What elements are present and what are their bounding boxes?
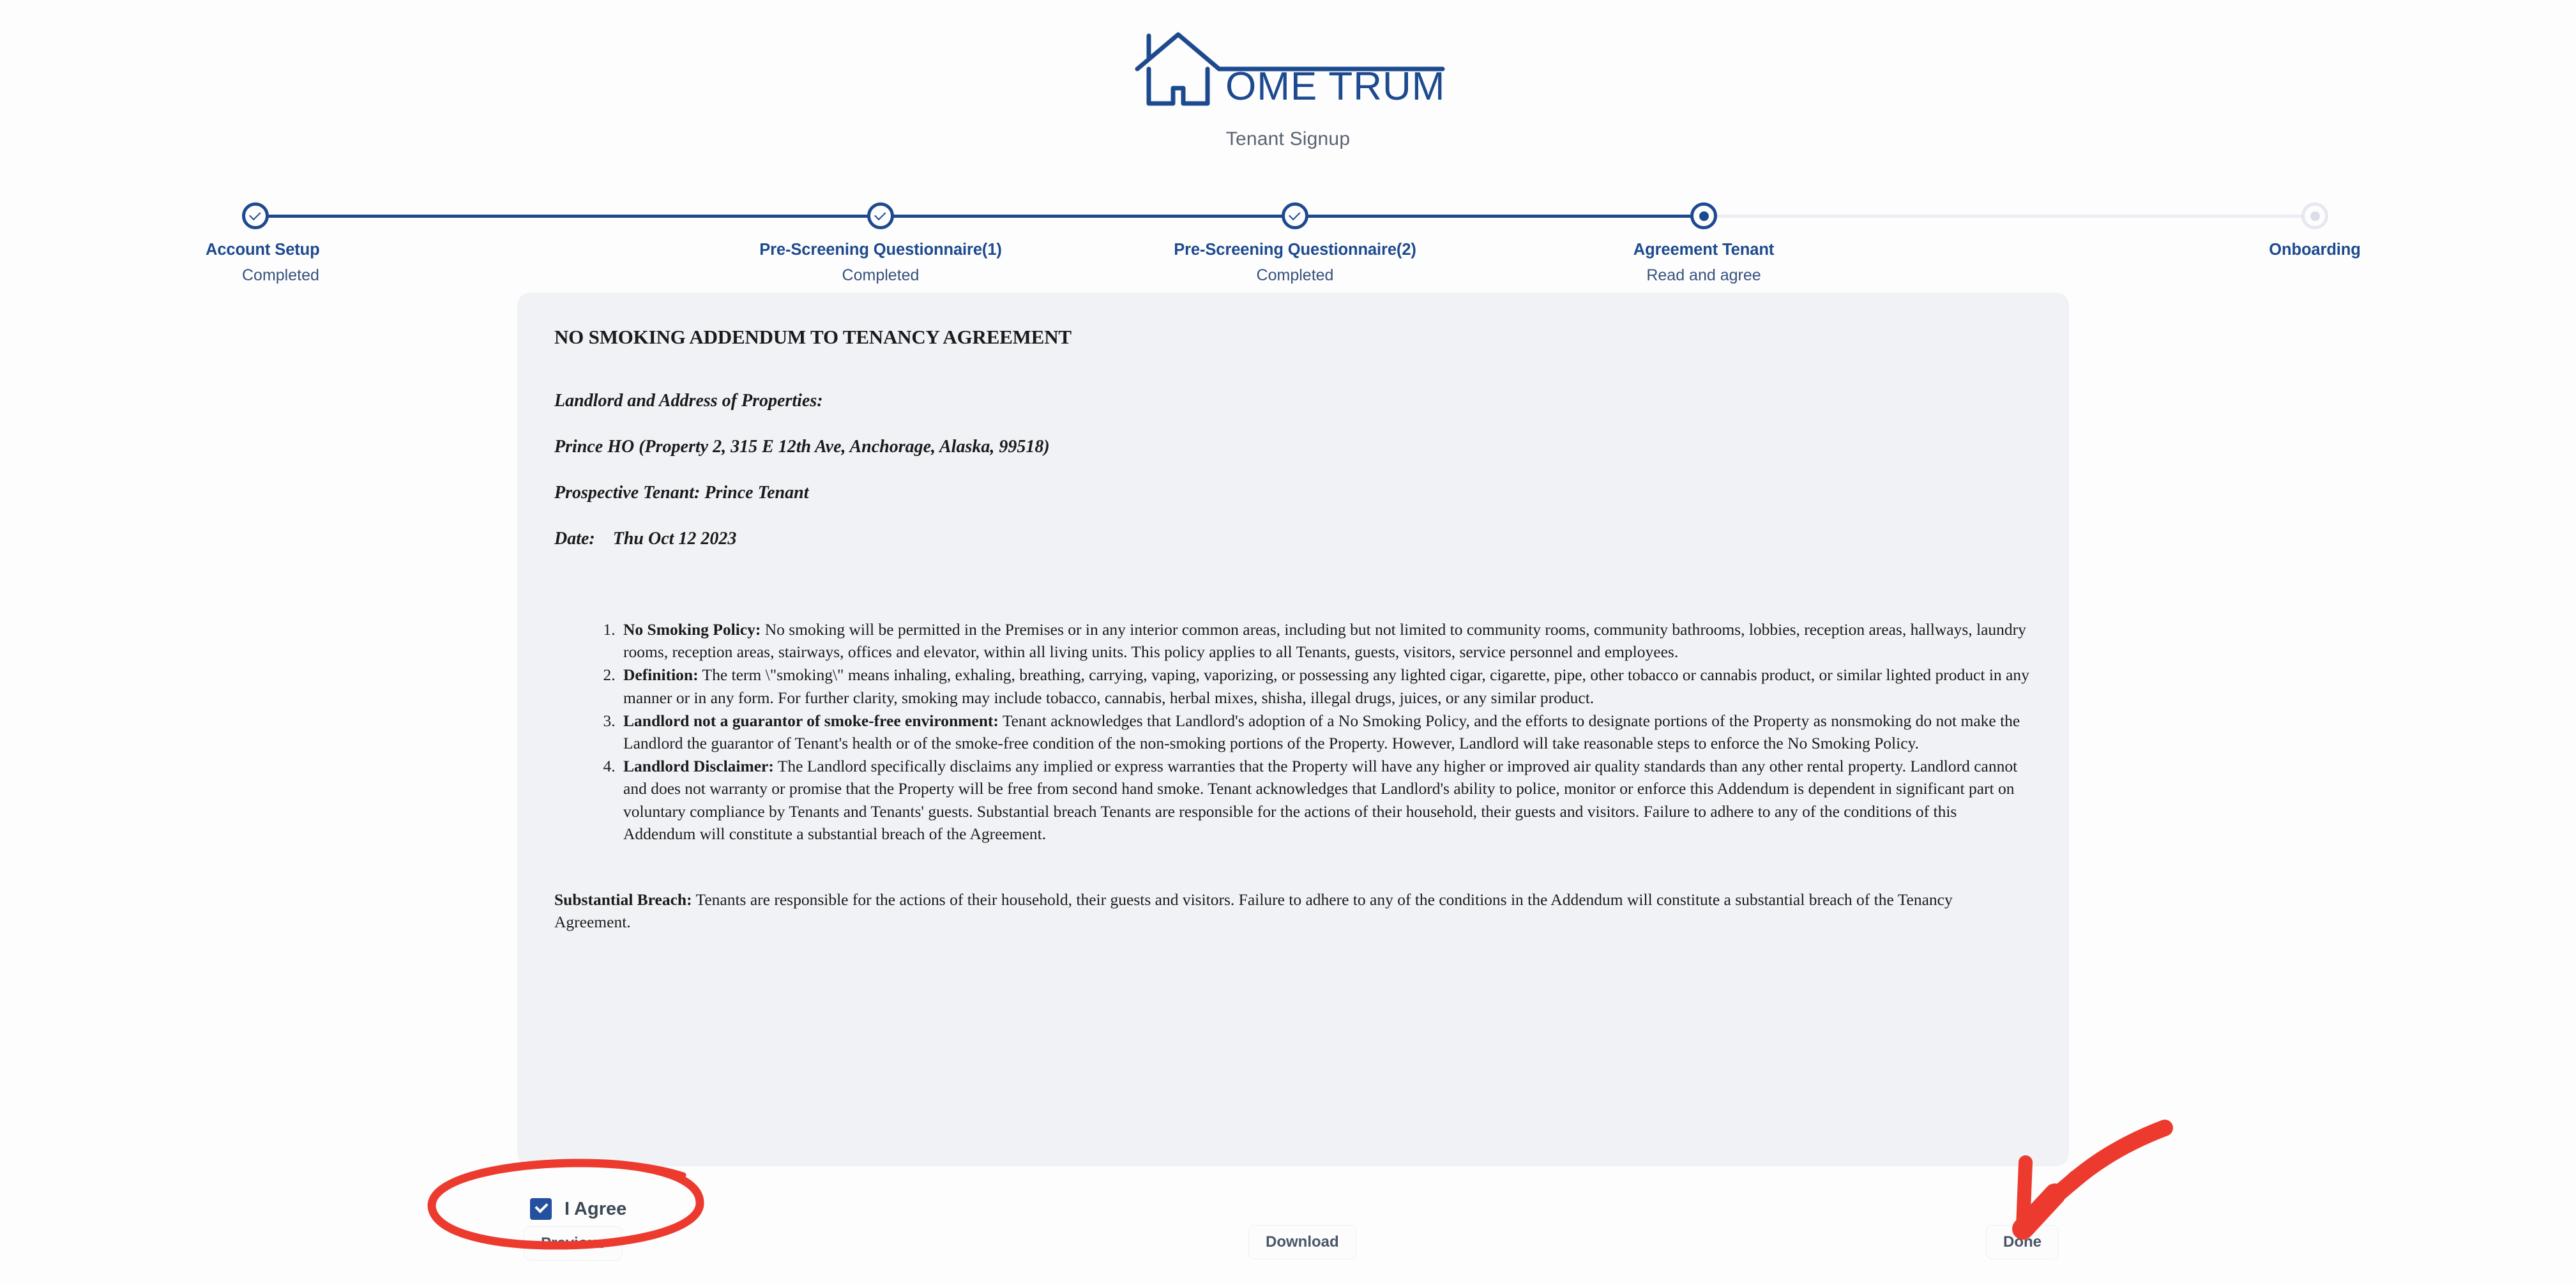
step-label: Account Setup	[206, 241, 320, 259]
clause-item: Landlord Disclaimer: The Landlord specif…	[619, 755, 2032, 845]
agreement-document-panel[interactable]: NO SMOKING ADDENDUM TO TENANCY AGREEMENT…	[517, 293, 2069, 1166]
clause-heading: No Smoking Policy:	[623, 620, 761, 639]
clause-heading: Definition:	[623, 665, 699, 685]
landlord-heading: Landlord and Address of Properties:	[554, 391, 823, 411]
home-trumpeter-logo: OME TRUMPETER	[1135, 32, 1448, 109]
clause-heading: Landlord Disclaimer:	[623, 757, 774, 776]
step-label: Pre-Screening Questionnaire(2)	[1174, 241, 1416, 259]
closing-body: Tenants are responsible for the actions …	[554, 890, 1953, 932]
download-button[interactable]: Download	[1248, 1225, 1356, 1260]
page-subtitle: Tenant Signup	[1225, 128, 1351, 149]
step-label: Onboarding	[2269, 241, 2361, 259]
clause-item: Definition: The term \"smoking\" means i…	[619, 664, 2032, 708]
step-check-icon	[242, 202, 269, 229]
agreement-date: Date: Thu Oct 12 2023	[554, 529, 737, 549]
clause-heading: Landlord not a guarantor of smoke-free e…	[623, 711, 999, 730]
logo-wordmark: OME TRUMPETER	[1225, 65, 1448, 109]
clause-body: No smoking will be permitted in the Prem…	[623, 620, 2026, 662]
done-button[interactable]: Done	[1986, 1225, 2059, 1260]
previous-button[interactable]: Previous	[524, 1226, 623, 1261]
clause-item: No Smoking Policy: No smoking will be pe…	[619, 618, 2032, 663]
page-header: OME TRUMPETER Tenant Signup	[0, 0, 2576, 150]
landlord-address: Prince HO (Property 2, 315 E 12th Ave, A…	[554, 437, 1050, 457]
step-current-dot-icon	[1690, 202, 1717, 229]
closing-heading: Substantial Breach:	[554, 890, 692, 909]
step-pending-dot-icon	[2301, 202, 2328, 229]
step-label: Agreement Tenant	[1633, 241, 1775, 259]
stepper-progress	[261, 215, 1704, 218]
prospective-tenant: Prospective Tenant: Prince Tenant	[554, 483, 809, 503]
step-status: Read and agree	[1646, 266, 1761, 284]
clause-body: The Landlord specifically disclaims any …	[623, 757, 2018, 843]
signup-stepper: Account Setup Completed Pre-Screening Qu…	[206, 201, 2361, 291]
step-status: Completed	[842, 266, 920, 284]
clause-item: Landlord not a guarantor of smoke-free e…	[619, 710, 2032, 754]
step-check-icon	[867, 202, 894, 229]
clause-body: The term \"smoking\" means inhaling, exh…	[623, 665, 2029, 707]
step-label: Pre-Screening Questionnaire(1)	[759, 241, 1002, 259]
step-check-icon	[1282, 202, 1308, 229]
step-status: Completed	[242, 266, 319, 284]
agree-row: I Agree	[530, 1198, 626, 1220]
substantial-breach-paragraph: Substantial Breach: Tenants are responsi…	[554, 888, 2032, 933]
step-status: Completed	[1256, 266, 1334, 284]
document-title: NO SMOKING ADDENDUM TO TENANCY AGREEMENT	[554, 326, 1072, 348]
i-agree-checkbox[interactable]	[530, 1198, 552, 1220]
clause-list: No Smoking Policy: No smoking will be pe…	[603, 618, 2032, 845]
i-agree-label: I Agree	[564, 1198, 627, 1219]
